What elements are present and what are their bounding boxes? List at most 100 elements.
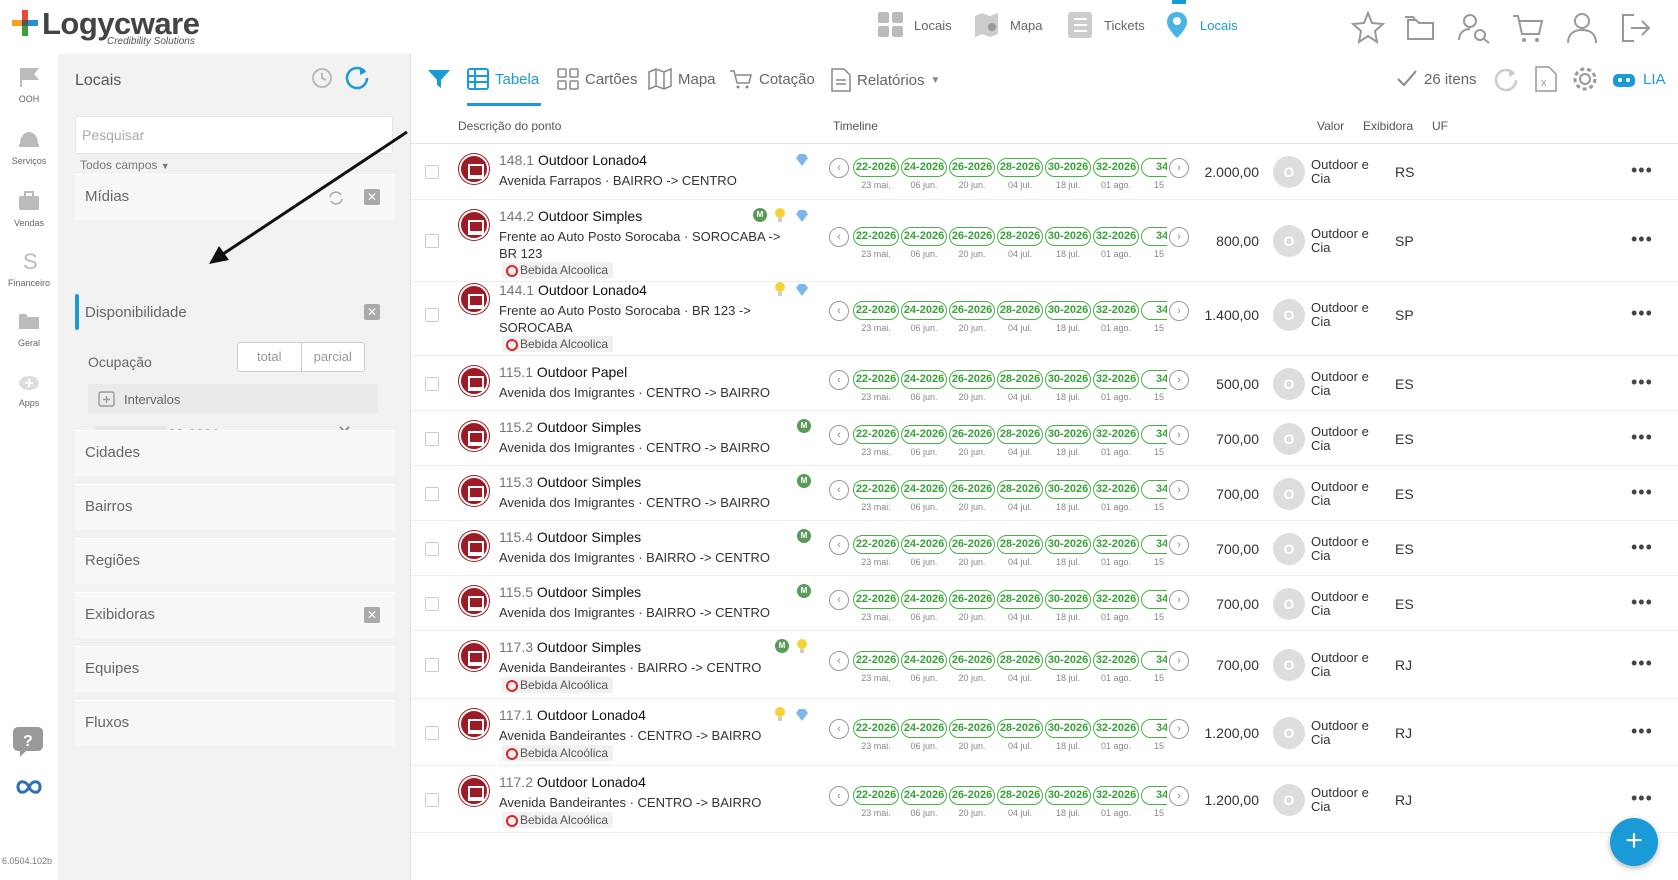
timeline-cell[interactable]: 24-2026 06 jun. [901,424,947,465]
timeline-next-icon[interactable]: › [1169,589,1189,610]
reload-icon[interactable] [1493,66,1519,92]
table-row[interactable]: 115.2 Outdoor Simples Avenida dos Imigran… [411,411,1678,466]
timeline-cell[interactable]: 32-2026 01 ago. [1093,369,1139,410]
timeline-cell[interactable]: 22-2026 23 mai. [853,589,899,630]
timeline-cell[interactable]: 34- 15 ... [1141,158,1167,198]
timeline-cell[interactable]: 22-2026 23 mai. [853,227,899,267]
folders-icon[interactable] [1402,10,1438,46]
timeline-cell[interactable]: 28-2026 04 jul. [997,651,1043,691]
timeline-cell[interactable]: 32-2026 01 ago. [1093,301,1139,341]
timeline-cell[interactable]: 32-2026 01 ago. [1093,785,1139,826]
timeline-cell[interactable]: 34- 15 ... [1141,718,1167,759]
table-row[interactable]: 115.5 Outdoor Simples Avenida dos Imigran… [411,576,1678,631]
col-descricao[interactable]: Descrição do ponto [458,119,561,133]
timeline-prev-icon[interactable]: ‹ [829,158,849,178]
more-options-icon[interactable]: ••• [1631,229,1653,250]
timeline-prev-icon[interactable]: ‹ [829,785,849,806]
row-checkbox[interactable] [425,165,439,179]
refresh-icon[interactable] [344,64,370,90]
table-row[interactable]: 148.1 Outdoor Lonado4 Avenida Farrapos · … [411,144,1678,200]
row-checkbox[interactable] [425,658,439,672]
timeline-cell[interactable]: 24-2026 06 jun. [901,479,947,520]
timeline-cell[interactable]: 22-2026 23 mai. [853,301,899,341]
timeline-cell[interactable]: 32-2026 01 ago. [1093,718,1139,759]
point-title[interactable]: 115.2 Outdoor Simples [499,419,641,435]
timeline-cell[interactable]: 24-2026 06 jun. [901,785,947,826]
topnav-locais-grid[interactable]: Locais [876,10,952,40]
table-row[interactable]: 117.2 Outdoor Lonado4 Avenida Bandeirante… [411,766,1678,833]
row-checkbox[interactable] [425,431,439,446]
row-checkbox[interactable] [425,376,439,391]
timeline-cell[interactable]: 34- 15 ... [1141,651,1167,691]
timeline-cell[interactable]: 22-2026 23 mai. [853,369,899,410]
table-row[interactable]: 115.3 Outdoor Simples Avenida dos Imigran… [411,466,1678,521]
timeline-cell[interactable]: 28-2026 04 jul. [997,301,1043,341]
point-title[interactable]: 144.2 Outdoor Simples [499,208,642,224]
fields-dropdown[interactable]: Todos campos ▼ [80,158,170,172]
timeline-next-icon[interactable]: › [1169,227,1189,247]
timeline-prev-icon[interactable]: ‹ [829,424,849,445]
timeline-cell[interactable]: 26-2026 20 jun. [949,227,995,267]
more-options-icon[interactable]: ••• [1631,160,1653,181]
timeline-cell[interactable]: 24-2026 06 jun. [901,589,947,630]
timeline-cell[interactable]: 24-2026 06 jun. [901,227,947,267]
timeline-cell[interactable]: 30-2026 18 jul. [1045,301,1091,341]
occupation-option-total[interactable]: total [238,343,302,371]
timeline-next-icon[interactable]: › [1169,534,1189,555]
excel-icon[interactable]: x [1535,66,1557,92]
timeline-cell[interactable]: 32-2026 01 ago. [1093,651,1139,691]
row-checkbox[interactable] [425,596,439,611]
timeline-cell[interactable]: 34- 15 ... [1141,424,1167,465]
row-checkbox[interactable] [425,486,439,501]
more-options-icon[interactable]: ••• [1631,427,1653,448]
table-row[interactable]: 115.4 Outdoor Simples Avenida dos Imigran… [411,521,1678,576]
timeline-prev-icon[interactable]: ‹ [829,301,849,321]
timeline-cell[interactable]: 30-2026 18 jul. [1045,369,1091,410]
timeline-cell[interactable]: 26-2026 20 jun. [949,479,995,520]
timeline-cell[interactable]: 34- 15 ... [1141,785,1167,826]
sidebar-item-financeiro[interactable]: S Financeiro [0,250,58,288]
occupation-option-parcial[interactable]: parcial [302,343,365,371]
table-row[interactable]: 117.1 Outdoor Lonado4 Avenida Bandeirante… [411,699,1678,766]
timeline-cell[interactable]: 30-2026 18 jul. [1045,158,1091,198]
intervals-button[interactable]: Intervalos [88,384,378,414]
sidebar-item-servicos[interactable]: Serviços [0,128,58,166]
timeline-cell[interactable]: 22-2026 23 mai. [853,479,899,520]
more-options-icon[interactable]: ••• [1631,592,1653,613]
timeline-prev-icon[interactable]: ‹ [829,534,849,555]
timeline-cell[interactable]: 26-2026 20 jun. [949,534,995,575]
timeline-cell[interactable]: 30-2026 18 jul. [1045,651,1091,691]
timeline-cell[interactable]: 26-2026 20 jun. [949,589,995,630]
col-timeline[interactable]: Timeline [833,119,878,133]
timeline-cell[interactable]: 28-2026 04 jul. [997,369,1043,410]
remove-filter-icon[interactable]: ✕ [364,607,380,623]
table-row[interactable]: 144.2 Outdoor Simples Frente ao Auto Post… [411,200,1678,282]
more-options-icon[interactable]: ••• [1631,303,1653,324]
more-options-icon[interactable]: ••• [1631,788,1653,809]
timeline-prev-icon[interactable]: ‹ [829,651,849,671]
row-checkbox[interactable] [425,725,439,740]
timeline-cell[interactable]: 22-2026 23 mai. [853,424,899,465]
filter-icon[interactable] [427,68,451,90]
timeline-cell[interactable]: 30-2026 18 jul. [1045,589,1091,630]
timeline-cell[interactable]: 32-2026 01 ago. [1093,424,1139,465]
filter-section-exibidoras[interactable]: Exibidoras ✕ [75,592,395,638]
timeline-cell[interactable]: 24-2026 06 jun. [901,301,947,341]
sidebar-item-vendas[interactable]: Vendas [0,190,58,228]
table-row[interactable]: 117.3 Outdoor Simples Avenida Bandeirante… [411,631,1678,699]
timeline-cell[interactable]: 26-2026 20 jun. [949,158,995,198]
row-checkbox[interactable] [425,234,439,248]
topnav-locais-active[interactable]: Locais [1162,0,1238,40]
timeline-cell[interactable]: 34- 15 ... [1141,534,1167,575]
timeline-cell[interactable]: 34- 15 ... [1141,479,1167,520]
timeline-cell[interactable]: 22-2026 23 mai. [853,158,899,198]
cart-icon[interactable] [1510,10,1546,46]
timeline-prev-icon[interactable]: ‹ [829,227,849,247]
timeline-cell[interactable]: 28-2026 04 jul. [997,534,1043,575]
timeline-cell[interactable]: 24-2026 06 jun. [901,158,947,198]
timeline-prev-icon[interactable]: ‹ [829,369,849,390]
timeline-cell[interactable]: 30-2026 18 jul. [1045,785,1091,826]
remove-filter-icon[interactable]: ✕ [364,304,380,320]
filter-section-fluxos[interactable]: Fluxos [75,700,395,746]
timeline-next-icon[interactable]: › [1169,479,1189,500]
